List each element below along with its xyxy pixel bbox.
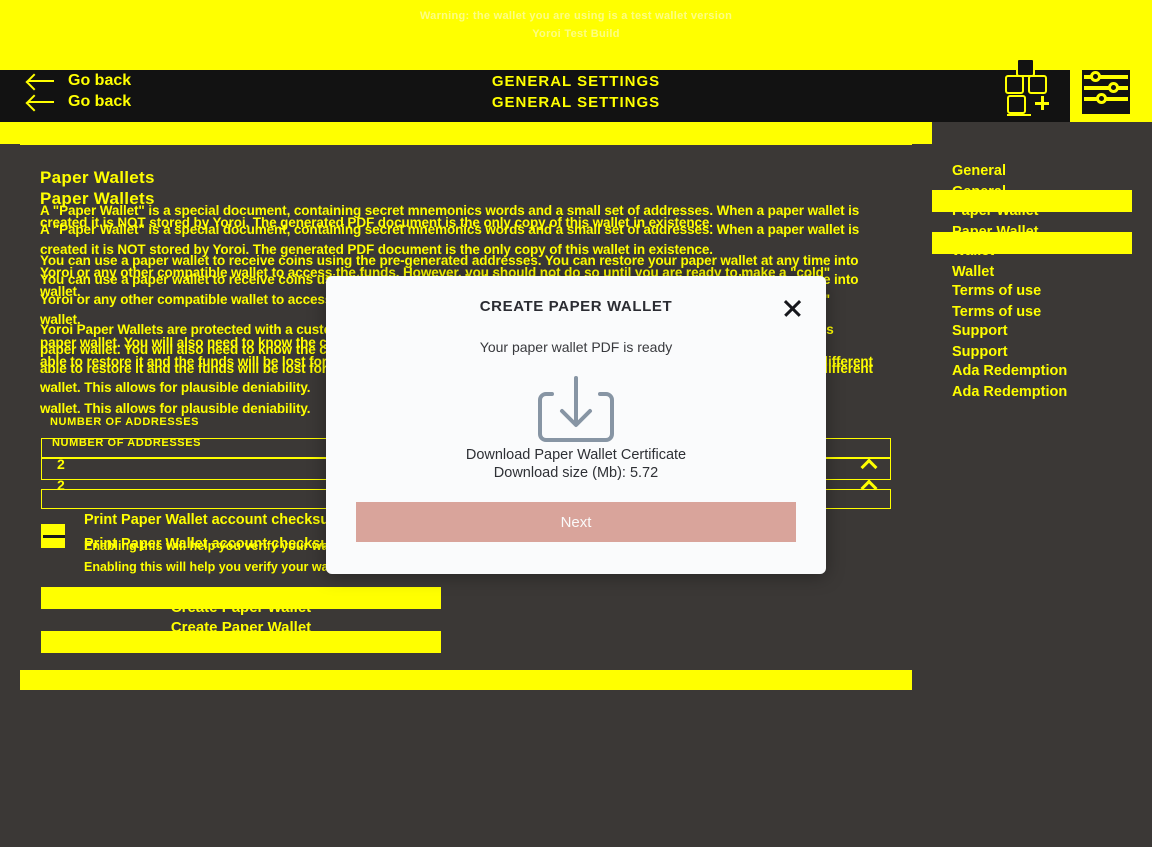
chevron-up-icon[interactable] (862, 459, 876, 467)
apps-underline (1007, 114, 1031, 116)
apps-tile (1005, 75, 1024, 94)
plus-icon (1035, 96, 1049, 110)
banner-line-1: Warning: the wallet you are using is a t… (419, 10, 733, 22)
settings-icon-button[interactable] (1070, 62, 1152, 122)
slider-track (1084, 86, 1128, 90)
apps-tile (1016, 58, 1035, 77)
create-paper-wallet-label: Create Paper Wallet (170, 599, 312, 616)
sidebar-item-support-ghost[interactable]: Support (932, 344, 1132, 360)
checkbox-indeterminate-icon (43, 535, 65, 538)
dialog-subtitle: Your paper wallet PDF is ready (479, 339, 673, 355)
download-certificate-label[interactable]: Download Paper Wallet Certificate (326, 447, 826, 463)
slider-knob (1096, 93, 1107, 104)
next-button[interactable]: Next (356, 502, 796, 542)
sidebar-item-general[interactable]: General (932, 163, 1132, 179)
sidebar-item-support[interactable]: Support (932, 323, 1132, 339)
sliders-settings-icon (1082, 70, 1130, 114)
sidebar-item-wallet-ghost[interactable]: Wallet (932, 264, 1132, 280)
sidebar-item-general-ghost[interactable]: General (932, 184, 1132, 200)
sidebar-item-wallet[interactable]: Wallet (932, 243, 1132, 259)
apps-tile (1028, 75, 1047, 94)
test-build-banner: Warning: the wallet you are using is a t… (0, 0, 1152, 70)
addresses-label-ghost: NUMBER OF ADDRESSES (52, 437, 202, 449)
section-heading: Paper Wallets (40, 168, 155, 187)
create-paper-wallet-dialog: CREATE PAPER WALLET Your paper wallet PD… (326, 276, 826, 574)
page-title-ghost: GENERAL SETTINGS (491, 94, 661, 111)
paragraph-line: wallet. This allows for plausible deniab… (40, 380, 311, 395)
sidebar-item-ada-redemption[interactable]: Ada Redemption (932, 363, 1132, 379)
paragraph-line: created it is NOT stored by Yoroi. The g… (40, 215, 713, 230)
slider-knob (1090, 71, 1101, 82)
dialog-title: CREATE PAPER WALLET (479, 298, 673, 315)
checkbox-label: Print Paper Wallet account checksum (84, 512, 343, 528)
addresses-label: NUMBER OF ADDRESSES (50, 416, 200, 428)
sidebar-item-paper-wallet-ghost[interactable]: Paper Wallet (932, 224, 1132, 240)
download-tray-icon[interactable] (538, 376, 614, 442)
sidebar-top-gap (932, 122, 1152, 144)
download-size-label: Download size (Mb): 5.72 (493, 465, 659, 481)
page-title: GENERAL SETTINGS (491, 73, 661, 90)
sidebar-item-ada-redemption-ghost[interactable]: Ada Redemption (932, 384, 1132, 400)
slider-knob (1108, 82, 1119, 93)
panel-top-strip (20, 137, 912, 145)
checkbox-sublabel: Enabling this will help you verify your … (84, 560, 347, 574)
banner-line-2: Yoroi Test Build (532, 28, 620, 40)
apps-tile (1007, 95, 1026, 114)
paragraph-line: wallet. (40, 284, 81, 299)
close-icon[interactable] (780, 296, 804, 320)
panel-bottom-strip (20, 670, 912, 690)
print-checksum-checkbox[interactable] (41, 524, 65, 548)
create-paper-wallet-button[interactable] (41, 631, 441, 653)
chevron-up-icon-ghost[interactable] (862, 480, 876, 488)
apps-grid-icon[interactable] (1005, 58, 1057, 116)
sidebar-item-paper-wallet[interactable]: Paper Wallet (932, 203, 1132, 219)
sidebar-item-terms-of-use[interactable]: Terms of use (932, 283, 1132, 299)
sidebar-item-terms-of-use-ghost[interactable]: Terms of use (932, 304, 1132, 320)
checkbox-sublabel-ghost: Enabling this will help you verify your … (84, 539, 347, 553)
